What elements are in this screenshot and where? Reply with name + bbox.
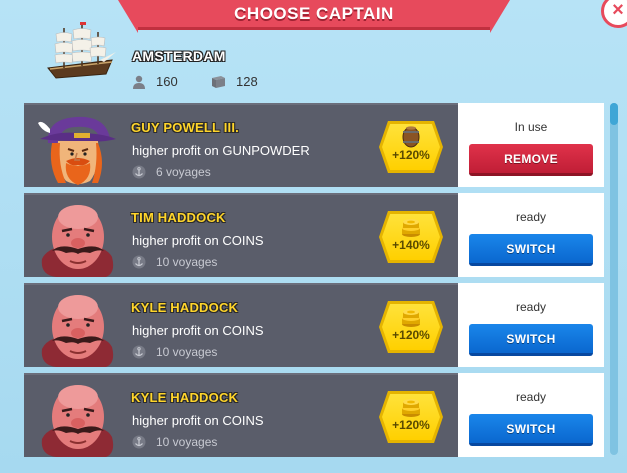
crew-icon [133, 75, 145, 89]
ship-icon [47, 22, 116, 79]
voyages-count: 6 voyages [156, 165, 211, 179]
captain-name: KYLE HADDOCK [131, 390, 239, 405]
voyages-info: 10 voyages [132, 345, 217, 359]
captain-name: KYLE HADDOCK [131, 300, 239, 315]
bonus-value: +120% [392, 148, 430, 162]
choose-captain-screen: CHOOSE CAPTAIN × AMSTERDAM 160 128 GUY P… [0, 0, 627, 473]
voyages-info: 6 voyages [132, 165, 211, 179]
switch-button[interactable]: SWITCH [469, 414, 593, 446]
captain-action-panel: ready SWITCH [458, 373, 604, 457]
crew-count: 160 [156, 74, 178, 89]
bonus-badge: +140% [379, 211, 443, 263]
close-button[interactable]: × [601, 0, 627, 28]
captain-portrait-haddock [41, 205, 114, 277]
cargo-count: 128 [236, 74, 258, 89]
coins-icon [402, 399, 420, 417]
captain-row[interactable]: KYLE HADDOCK higher profit on COINS 10 v… [24, 373, 604, 457]
captain-description: higher profit on COINS [132, 323, 264, 338]
crew-stat: 160 [132, 74, 178, 89]
captain-row[interactable]: GUY POWELL III. higher profit on GUNPOWD… [24, 103, 604, 187]
scrollbar-thumb[interactable] [610, 103, 618, 125]
captain-row[interactable]: KYLE HADDOCK higher profit on COINS 10 v… [24, 283, 604, 367]
switch-button[interactable]: SWITCH [469, 324, 593, 356]
captain-list[interactable]: GUY POWELL III. higher profit on GUNPOWD… [24, 103, 604, 463]
anchor-icon [132, 435, 146, 449]
captain-portrait-guy-powell [38, 116, 116, 185]
coins-icon [402, 309, 420, 327]
bonus-value: +140% [392, 238, 430, 252]
captain-status: ready [515, 390, 547, 404]
bonus-badge: +120% [379, 391, 443, 443]
bonus-value: +120% [392, 328, 430, 342]
switch-button[interactable]: SWITCH [469, 234, 593, 266]
cargo-stat: 128 [210, 74, 258, 89]
captain-status: In use [514, 120, 548, 134]
captain-name: GUY POWELL III. [131, 120, 239, 135]
captain-status: ready [515, 210, 547, 224]
coins-icon [402, 219, 420, 237]
captain-action-panel: In use REMOVE [458, 103, 604, 187]
voyages-count: 10 voyages [156, 255, 218, 269]
barrel-icon [402, 126, 420, 148]
captain-info-panel: KYLE HADDOCK higher profit on COINS 10 v… [24, 373, 458, 457]
captain-portrait-haddock [41, 385, 114, 457]
cargo-icon [212, 75, 225, 88]
anchor-icon [132, 345, 146, 359]
voyages-count: 10 voyages [156, 435, 218, 449]
captain-portrait-haddock [41, 295, 114, 367]
captain-name: TIM HADDOCK [131, 210, 226, 225]
bonus-value: +120% [392, 418, 430, 432]
bonus-badge: +120% [379, 301, 443, 353]
captain-status: ready [515, 300, 547, 314]
voyages-count: 10 voyages [156, 345, 218, 359]
anchor-icon [132, 255, 146, 269]
captain-info-panel: TIM HADDOCK higher profit on COINS 10 vo… [24, 193, 458, 277]
voyages-info: 10 voyages [132, 435, 217, 449]
scrollbar[interactable] [610, 103, 618, 455]
remove-button[interactable]: REMOVE [469, 144, 593, 176]
captain-description: higher profit on COINS [132, 233, 264, 248]
bonus-badge: +120% [379, 121, 443, 173]
page-title: CHOOSE CAPTAIN [234, 3, 394, 23]
captain-info-panel: KYLE HADDOCK higher profit on COINS 10 v… [24, 283, 458, 367]
title-banner: CHOOSE CAPTAIN [118, 0, 510, 33]
captain-description: higher profit on GUNPOWDER [132, 143, 310, 158]
ship-name: AMSTERDAM [132, 48, 226, 64]
anchor-icon [132, 165, 146, 179]
captain-row[interactable]: TIM HADDOCK higher profit on COINS 10 vo… [24, 193, 604, 277]
captain-action-panel: ready SWITCH [458, 283, 604, 367]
captain-action-panel: ready SWITCH [458, 193, 604, 277]
captain-description: higher profit on COINS [132, 413, 264, 428]
voyages-info: 10 voyages [132, 255, 217, 269]
captain-info-panel: GUY POWELL III. higher profit on GUNPOWD… [24, 103, 458, 187]
